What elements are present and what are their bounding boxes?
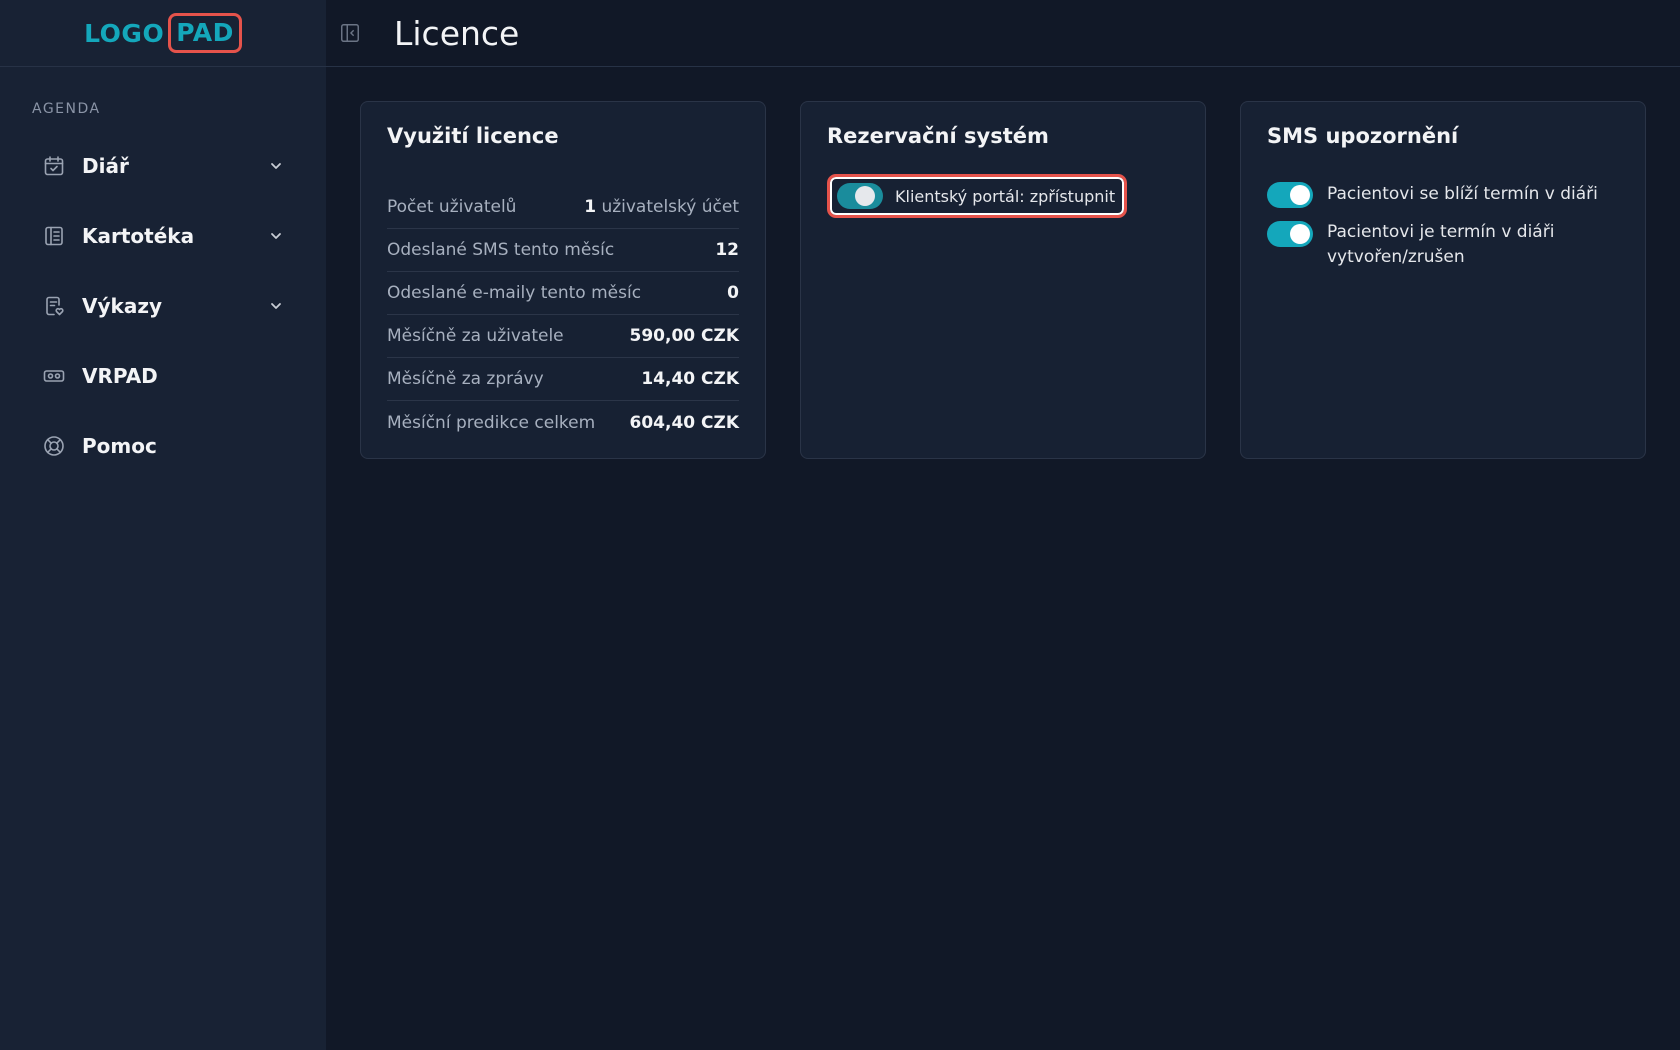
sidebar-item-vykazy[interactable]: Výkazy [0, 271, 326, 341]
stat-value: 1 uživatelský účet [584, 197, 739, 217]
collapse-sidebar-button[interactable] [336, 19, 364, 47]
client-portal-toggle[interactable] [837, 183, 883, 209]
stat-label: Měsíční predikce celkem [387, 412, 596, 433]
stat-label: Odeslané SMS tento měsíc [387, 240, 615, 260]
sidebar-item-label: Kartotéka [82, 224, 195, 248]
sidebar-nav: Diář Kartotéka Výkazy VRPAD Pomoc [0, 131, 326, 481]
lifebuoy-icon [44, 436, 64, 456]
stat-label: Měsíčně za uživatele [387, 326, 564, 346]
chevron-down-icon [271, 163, 281, 169]
toggle-row-appointment-created-cancelled[interactable]: Pacientovi je termín v diáři vytvořen/zr… [1267, 220, 1619, 270]
toggle-row-client-portal[interactable]: Klientský portál: zpřístupnit [833, 180, 1121, 212]
stat-value: 604,40 CZK [630, 413, 740, 433]
stat-value-number: 12 [715, 240, 739, 260]
booking-system-card: Rezervační systém Klientský portál: zpří… [800, 101, 1206, 459]
logo-text-part2: PAD [168, 13, 242, 53]
chevron-down-icon [271, 233, 281, 239]
topbar: Licence [326, 0, 1680, 67]
stat-value: 590,00 CZK [630, 326, 740, 346]
stat-row-total-prediction: Měsíční predikce celkem 604,40 CZK [387, 401, 739, 444]
sms-notifications-card: SMS upozornění Pacientovi se blíží termí… [1240, 101, 1646, 459]
notebook-icon [45, 226, 63, 246]
card-title: SMS upozornění [1267, 124, 1459, 148]
stat-row-per-user: Měsíčně za uživatele 590,00 CZK [387, 315, 739, 358]
section-label-agenda: AGENDA [32, 101, 101, 117]
toggle-label: Pacientovi je termín v diáři vytvořen/zr… [1327, 222, 1555, 267]
page-title: Licence [394, 13, 520, 53]
highlight-box: Klientský portál: zpřístupnit [827, 174, 1128, 218]
stat-row-sms: Odeslané SMS tento měsíc 12 [387, 229, 739, 272]
chevron-down-icon [271, 303, 281, 309]
stat-label: Odeslané e-maily tento měsíc [387, 283, 642, 303]
main-content: Využití licence Počet uživatelů 1 uživat… [360, 101, 1646, 459]
license-usage-card: Využití licence Počet uživatelů 1 uživat… [360, 101, 766, 459]
stat-label: Počet uživatelů [387, 197, 517, 217]
report-icon [46, 296, 64, 316]
stat-value-unit: uživatelský účet [601, 197, 739, 217]
logo[interactable]: LOGO PAD [84, 13, 242, 53]
calendar-check-icon [44, 156, 64, 176]
stat-row-per-messages: Měsíčně za zprávy 14,40 CZK [387, 358, 739, 401]
card-title: Využití licence [387, 124, 559, 148]
license-stats: Počet uživatelů 1 uživatelský účet Odesl… [387, 186, 739, 444]
sidebar-item-label: VRPAD [82, 364, 158, 388]
app-root: LOGO PAD AGENDA Diář Kartotéka Výkazy VR… [0, 0, 1680, 1050]
logo-text-part1: LOGO [84, 18, 165, 48]
stat-value: 14,40 CZK [641, 369, 739, 389]
toggle-knob [855, 186, 875, 206]
appointment-created-cancelled-toggle[interactable] [1267, 221, 1313, 247]
sidebar-item-kartoteka[interactable]: Kartotéka [0, 201, 326, 271]
toggle-knob [1290, 224, 1310, 244]
stat-value: 0 [727, 283, 739, 303]
sms-toggle-list: Pacientovi se blíží termín v diáři Pacie… [1267, 182, 1619, 270]
stat-label: Měsíčně za zprávy [387, 369, 544, 389]
toggle-label: Pacientovi se blíží termín v diáři [1327, 184, 1598, 204]
sidebar-item-label: Diář [82, 154, 129, 178]
stat-value-number: 0 [727, 283, 739, 303]
sidebar-item-label: Výkazy [82, 294, 162, 318]
toggle-knob [1290, 185, 1310, 205]
card-title: Rezervační systém [827, 124, 1049, 148]
sidebar-item-diar[interactable]: Diář [0, 131, 326, 201]
upcoming-appointment-toggle[interactable] [1267, 182, 1313, 208]
toggle-row-upcoming-appointment[interactable]: Pacientovi se blíží termín v diáři [1267, 182, 1619, 208]
stat-value-number: 590,00 CZK [629, 326, 740, 346]
stat-value-number: 604,40 CZK [629, 412, 740, 433]
stat-value-number: 14,40 CZK [641, 369, 739, 389]
stat-row-users: Počet uživatelů 1 uživatelský účet [387, 186, 739, 229]
sidebar-collapse-icon [341, 24, 359, 42]
vr-headset-icon [43, 370, 65, 382]
sidebar-item-pomoc[interactable]: Pomoc [0, 411, 326, 481]
sidebar-item-vrpad[interactable]: VRPAD [0, 341, 326, 411]
stat-value: 12 [715, 240, 739, 260]
sidebar: LOGO PAD AGENDA Diář Kartotéka Výkazy VR… [0, 0, 326, 1050]
logo-area: LOGO PAD [0, 0, 326, 67]
sidebar-item-label: Pomoc [82, 434, 157, 458]
stat-value-number: 1 [584, 197, 597, 217]
stat-row-emails: Odeslané e-maily tento měsíc 0 [387, 272, 739, 315]
toggle-label: Klientský portál: zpřístupnit [895, 186, 1116, 206]
